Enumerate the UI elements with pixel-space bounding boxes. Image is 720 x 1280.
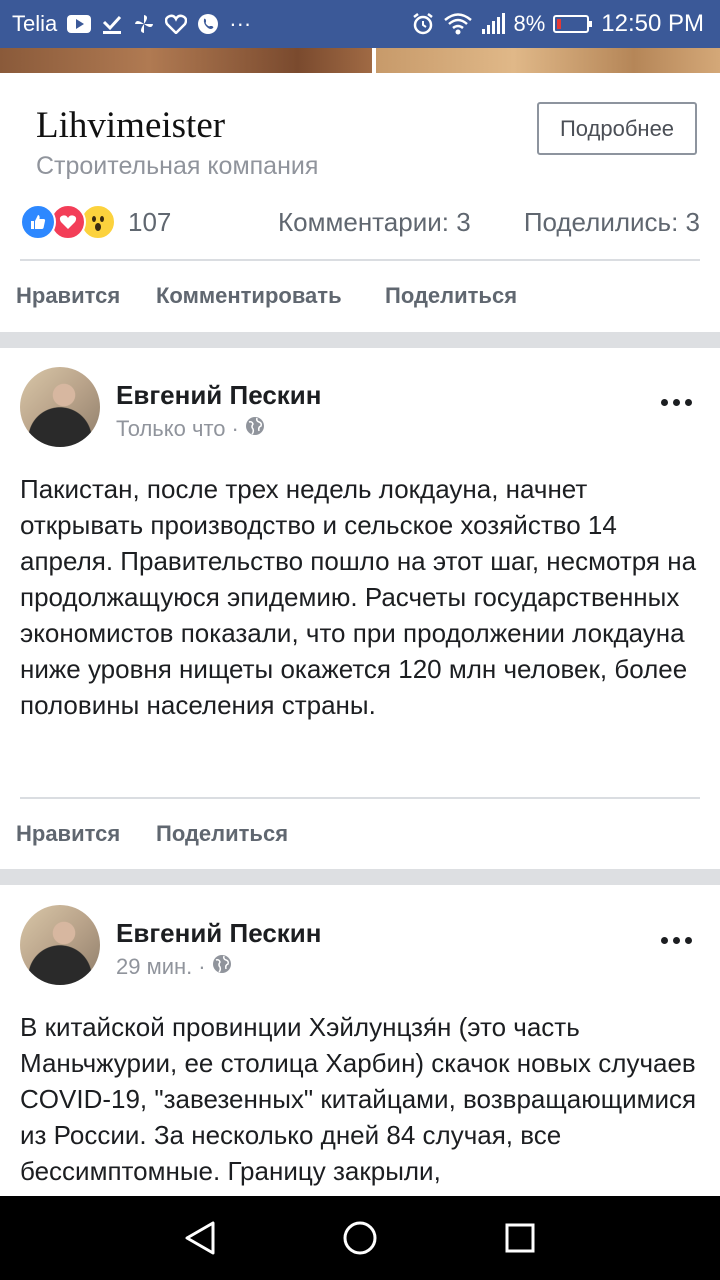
navigation-bar xyxy=(0,1196,720,1280)
post-options-icon[interactable] xyxy=(661,399,692,406)
post-options-icon[interactable] xyxy=(661,937,692,944)
wifi-icon xyxy=(443,12,473,36)
comment-button[interactable]: Комментировать xyxy=(156,283,342,309)
comments-count[interactable]: Комментарии: 3 xyxy=(278,205,471,239)
heart-pulse-icon xyxy=(165,14,188,34)
pinwheel-icon xyxy=(133,13,155,35)
page-category: Строительная компания xyxy=(36,152,319,180)
post-time[interactable]: Только что xyxy=(116,416,226,442)
status-bar: Telia ··· 8% 12:50 PM xyxy=(0,0,720,48)
home-icon[interactable] xyxy=(338,1216,382,1260)
carrier-label: Telia xyxy=(12,11,58,36)
reaction-count[interactable]: 107 xyxy=(128,205,171,239)
like-reaction-icon xyxy=(20,204,56,240)
post-meta: Только что · xyxy=(116,416,265,442)
like-button[interactable]: Нравится xyxy=(16,821,120,847)
alarm-icon xyxy=(411,12,435,36)
signal-icon xyxy=(481,13,506,35)
battery-percent: 8% xyxy=(513,11,546,36)
viber-icon xyxy=(197,13,219,35)
like-button[interactable]: Нравится xyxy=(16,283,120,309)
shares-count[interactable]: Поделились: 3 xyxy=(524,205,700,239)
reactions-summary[interactable] xyxy=(20,204,116,240)
post-author[interactable]: Евгений Пескин xyxy=(116,918,321,949)
youtube-icon xyxy=(67,15,92,33)
download-done-icon xyxy=(101,14,123,34)
post-text: Пакистан, после трех недель локдауна, на… xyxy=(20,474,697,720)
recent-apps-icon[interactable] xyxy=(498,1216,542,1260)
share-button[interactable]: Поделиться xyxy=(156,821,288,847)
cover-photo-left[interactable] xyxy=(0,48,372,73)
more-notifications-icon: ··· xyxy=(229,11,252,36)
post-author[interactable]: Евгений Пескин xyxy=(116,380,321,411)
globe-icon xyxy=(245,416,265,442)
clock: 12:50 PM xyxy=(601,10,704,37)
divider xyxy=(20,797,700,799)
post-text: В китайской провинции Хэйлунцзя́н (это ч… xyxy=(20,1012,697,1186)
back-icon[interactable] xyxy=(178,1216,222,1260)
page-name[interactable]: Lihvimeister xyxy=(36,104,225,147)
post-meta: 29 мин. · xyxy=(116,954,232,980)
meta-separator: · xyxy=(198,954,206,979)
divider xyxy=(20,259,700,261)
more-info-button[interactable]: Подробнее xyxy=(537,102,697,155)
cover-photo-right[interactable] xyxy=(376,48,720,73)
post-time[interactable]: 29 мин. xyxy=(116,954,192,980)
feed-separator xyxy=(0,332,720,348)
share-button[interactable]: Поделиться xyxy=(385,283,517,309)
feed-separator xyxy=(0,869,720,885)
cover-photo-strip[interactable] xyxy=(0,48,720,73)
meta-separator: · xyxy=(231,416,239,441)
avatar[interactable] xyxy=(20,367,100,447)
battery-low-icon xyxy=(553,14,593,34)
globe-icon xyxy=(212,954,232,980)
avatar[interactable] xyxy=(20,905,100,985)
